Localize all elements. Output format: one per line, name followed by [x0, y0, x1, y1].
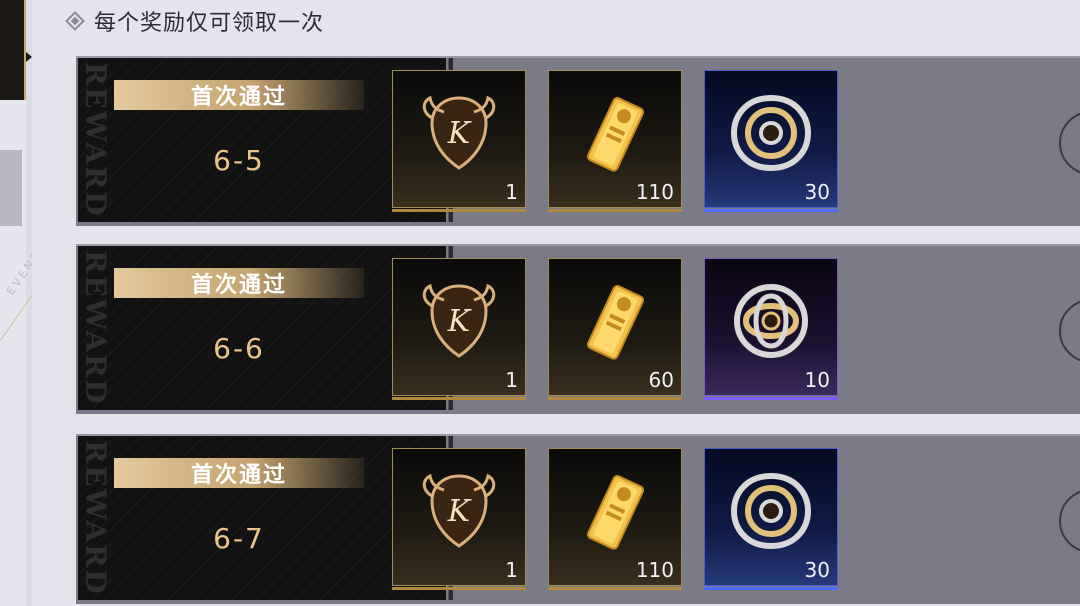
- stage-number: 6-6: [213, 332, 265, 365]
- reward-item[interactable]: 10: [704, 258, 838, 400]
- gold-bar-icon: [570, 466, 660, 556]
- stage-number: 6-7: [213, 522, 265, 555]
- reward-item[interactable]: 30: [704, 448, 838, 590]
- svg-text:K: K: [447, 304, 472, 339]
- reward-info-block: REWARD 首次通过 6-6: [78, 246, 446, 410]
- gold-bar-icon: [570, 88, 660, 178]
- item-count: 1: [505, 558, 518, 582]
- first-clear-label: 首次通过: [190, 273, 287, 298]
- reward-row: REWARD 首次通过 6-5 K 1 110 30: [76, 56, 1080, 226]
- rarity-bar: [548, 587, 682, 590]
- reward-info-block: REWARD 首次通过 6-7: [78, 436, 446, 600]
- item-count: 60: [648, 368, 674, 392]
- rarity-bar: [392, 587, 526, 590]
- reward-item[interactable]: 110: [548, 448, 682, 590]
- svg-text:K: K: [447, 494, 472, 529]
- label-bar: 首次通过: [114, 80, 364, 110]
- reward-watermark: REWARD: [79, 62, 112, 218]
- reward-row: REWARD 首次通过 6-7 K 1 110 30: [76, 434, 1080, 604]
- rarity-bar: [704, 587, 838, 590]
- side-tab[interactable]: [0, 0, 26, 100]
- rarity-bar: [548, 397, 682, 400]
- side-tab-inactive[interactable]: [0, 150, 22, 226]
- rarity-bar: [704, 397, 838, 400]
- reward-watermark: REWARD: [79, 250, 112, 406]
- diamond-icon: [65, 11, 85, 31]
- item-count: 1: [505, 180, 518, 204]
- item-count: 110: [635, 180, 674, 204]
- crest-k-icon: K: [414, 88, 504, 178]
- crest-k-icon: K: [414, 276, 504, 366]
- reward-info-block: REWARD 首次通过 6-5: [78, 58, 446, 222]
- reward-item[interactable]: 60: [548, 258, 682, 400]
- item-count: 1: [505, 368, 518, 392]
- label-bar: 首次通过: [114, 458, 364, 488]
- knot-emblem-icon: [726, 276, 816, 366]
- claim-button[interactable]: [1059, 299, 1080, 363]
- item-count: 110: [635, 558, 674, 582]
- header-text: 每个奖励仅可领取一次: [94, 11, 325, 36]
- reward-item[interactable]: 30: [704, 70, 838, 212]
- rarity-bar: [548, 209, 682, 212]
- item-count: 10: [804, 368, 830, 392]
- silver-emblem-icon: [726, 466, 816, 556]
- first-clear-label: 首次通过: [190, 85, 287, 110]
- reward-item[interactable]: K 1: [392, 448, 526, 590]
- rarity-bar: [704, 209, 838, 212]
- first-clear-label: 首次通过: [190, 463, 287, 488]
- item-count: 30: [804, 558, 830, 582]
- svg-text:K: K: [447, 116, 472, 151]
- claim-button[interactable]: [1059, 489, 1080, 553]
- claim-button[interactable]: [1059, 111, 1080, 175]
- stage-number: 6-5: [213, 144, 265, 177]
- label-bar: 首次通过: [114, 268, 364, 298]
- item-count: 30: [804, 180, 830, 204]
- reward-item[interactable]: 110: [548, 70, 682, 212]
- silver-emblem-icon: [726, 88, 816, 178]
- rarity-bar: [392, 209, 526, 212]
- reward-row: REWARD 首次通过 6-6 K 1 60 10: [76, 244, 1080, 414]
- reward-watermark: REWARD: [79, 440, 112, 596]
- reward-item[interactable]: K 1: [392, 70, 526, 212]
- rarity-bar: [392, 397, 526, 400]
- header: 每个奖励仅可领取一次: [65, 6, 325, 36]
- crest-k-icon: K: [414, 466, 504, 556]
- reward-item[interactable]: K 1: [392, 258, 526, 400]
- gold-bar-icon: [570, 276, 660, 366]
